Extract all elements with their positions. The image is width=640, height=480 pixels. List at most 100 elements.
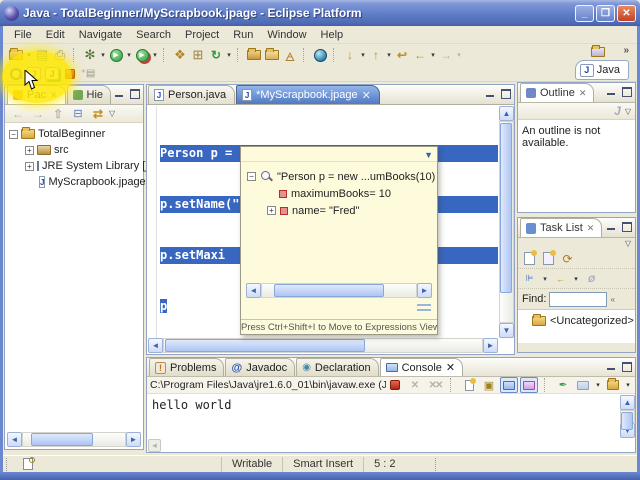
clear-console-icon[interactable] — [460, 377, 478, 393]
task-category-row[interactable]: <Uncategorized> — [518, 313, 635, 329]
explorer-up-icon[interactable]: ⇧ — [49, 106, 67, 122]
outline-view-menu-icon[interactable]: ▽ — [625, 107, 631, 116]
scroll-lock-icon[interactable]: ▣ — [480, 377, 498, 393]
tab-console[interactable]: Console ✕ — [379, 358, 464, 376]
toolbar-overflow-icon[interactable]: » — [623, 45, 629, 56]
scroll-right-icon[interactable]: ► — [483, 338, 498, 353]
menu-navigate[interactable]: Navigate — [72, 27, 129, 43]
tab-outline[interactable]: Outline ✕ — [520, 83, 595, 102]
run-dropdown-icon[interactable]: ▾ — [125, 51, 133, 59]
tab-person-java[interactable]: J Person.java — [148, 85, 236, 104]
tree-item-scrapbook[interactable]: J MyScrapbook.jpage — [9, 174, 146, 190]
view-mode-icon[interactable]: ⊫ — [522, 272, 537, 286]
remove-launch-icon[interactable]: ✕ — [406, 377, 424, 393]
display-console-icon[interactable] — [574, 377, 592, 393]
editor-hscrollbar[interactable]: ◄ ► — [148, 338, 498, 353]
new-task-icon[interactable] — [522, 250, 537, 266]
minimize-view-icon[interactable] — [114, 88, 125, 98]
console-hscrollbar[interactable]: ◄ — [148, 438, 161, 452]
tab-hierarchy[interactable]: Hie — [66, 85, 112, 104]
external-tools-dropdown-icon[interactable]: ▾ — [151, 51, 159, 59]
web-browser-button[interactable] — [311, 47, 329, 63]
editor-vscrollbar[interactable]: ▲ ▼ — [499, 106, 514, 338]
scroll-thumb[interactable] — [274, 284, 384, 297]
tree-item-jre[interactable]: + JRE System Library [j — [9, 158, 148, 174]
link-with-editor-icon[interactable]: ⇄ — [89, 106, 107, 122]
debug-dropdown-icon[interactable]: ▾ — [99, 51, 107, 59]
collapse-find-icon[interactable]: « — [610, 295, 614, 304]
forward-button[interactable]: → — [437, 47, 455, 63]
popup-child-item[interactable]: + name= "Fred" — [247, 202, 435, 219]
open-console-dropdown-icon[interactable]: ▾ — [624, 381, 632, 389]
maximize-view-icon[interactable] — [621, 86, 632, 97]
popup-resize-grip[interactable] — [417, 304, 431, 311]
collapse-icon[interactable]: − — [247, 172, 256, 181]
task-back-icon[interactable]: ← — [553, 272, 568, 286]
synchronize-icon[interactable]: ⟳ — [560, 252, 575, 266]
title-bar[interactable]: Java - TotalBeginner/MyScrapbook.jpage -… — [0, 0, 640, 26]
menu-help[interactable]: Help — [314, 27, 351, 43]
console-vscrollbar[interactable]: ▲ ▼ — [620, 395, 635, 438]
maximize-editor-icon[interactable] — [500, 88, 511, 99]
menu-window[interactable]: Window — [260, 27, 313, 43]
show-on-stderr-toggle[interactable] — [520, 377, 538, 393]
task-list-view-menu-icon[interactable]: ▽ — [625, 239, 631, 248]
popup-root-item[interactable]: − "Person p = new ...umBooks(10); p"= P — [247, 168, 435, 185]
next-annotation-button[interactable]: ↓ — [341, 47, 359, 63]
debug-button[interactable]: ✻ — [81, 47, 99, 63]
collapse-icon[interactable]: − — [9, 129, 18, 139]
explorer-view-menu-icon[interactable]: ▽ — [109, 109, 115, 118]
new-java-class-button[interactable]: ⊞ — [189, 47, 207, 63]
display-console-dropdown-icon[interactable]: ▾ — [594, 381, 602, 389]
minimize-button[interactable]: _ — [575, 4, 594, 22]
tab-problems[interactable]: ! Problems — [149, 358, 225, 376]
new-java-project-button[interactable]: ❖ — [171, 47, 189, 63]
set-imports-button[interactable]: ⁺▤ — [79, 66, 97, 82]
refresh-button[interactable]: ↻ — [207, 47, 225, 63]
pin-console-icon[interactable]: ✒ — [554, 377, 572, 393]
menu-edit[interactable]: Edit — [39, 27, 72, 43]
open-console-icon[interactable] — [604, 377, 622, 393]
previous-annotation-button[interactable]: ↑ — [367, 47, 385, 63]
terminate-icon[interactable] — [386, 377, 404, 393]
scroll-left-icon[interactable]: ◄ — [7, 432, 22, 447]
scroll-thumb[interactable] — [165, 339, 365, 352]
new-category-icon[interactable] — [541, 250, 556, 266]
scroll-right-icon[interactable]: ► — [126, 432, 141, 447]
restore-button[interactable]: ❐ — [596, 4, 615, 22]
scroll-up-icon[interactable]: ▲ — [499, 106, 514, 121]
forward-dropdown-icon[interactable]: ▾ — [455, 51, 463, 59]
close-icon[interactable]: ✕ — [446, 361, 455, 374]
last-edit-location-button[interactable]: ↩ — [393, 47, 411, 63]
refresh-dropdown-icon[interactable]: ▾ — [225, 51, 233, 59]
expand-icon[interactable]: + — [267, 206, 276, 215]
back-dropdown-icon[interactable]: ▾ — [429, 51, 437, 59]
scroll-thumb[interactable] — [621, 412, 633, 430]
tab-javadoc[interactable]: @ Javadoc — [225, 358, 296, 376]
close-icon[interactable]: ✕ — [587, 223, 595, 234]
maximize-view-icon[interactable] — [129, 88, 140, 99]
outline-sort-icon[interactable]: J — [614, 104, 621, 118]
close-icon[interactable]: ✕ — [579, 88, 587, 99]
expand-icon[interactable]: + — [25, 161, 34, 171]
tree-item-project[interactable]: − TotalBeginner — [9, 126, 143, 142]
explorer-hscrollbar[interactable]: ◄ ► — [7, 432, 141, 447]
minimize-editor-icon[interactable] — [485, 88, 496, 98]
explorer-forward-icon[interactable]: → — [29, 106, 47, 122]
next-annotation-dropdown-icon[interactable]: ▾ — [359, 51, 367, 59]
search-button[interactable] — [263, 47, 281, 63]
minimize-view-icon[interactable] — [606, 221, 617, 231]
scroll-thumb[interactable] — [500, 123, 512, 293]
menu-run[interactable]: Run — [226, 27, 260, 43]
tab-myscrapbook-jpage[interactable]: J *MyScrapbook.jpage ✕ — [236, 85, 380, 104]
popup-child-item[interactable]: maximumBooks= 10 — [247, 185, 435, 202]
scroll-up-icon[interactable]: ▲ — [620, 395, 635, 410]
scroll-thumb[interactable] — [31, 433, 93, 446]
minimize-view-icon[interactable] — [606, 86, 617, 96]
close-icon[interactable]: ✕ — [362, 89, 371, 102]
maximize-view-icon[interactable] — [621, 221, 632, 232]
previous-annotation-dropdown-icon[interactable]: ▾ — [385, 51, 393, 59]
scroll-right-icon[interactable]: ► — [417, 283, 432, 298]
run-button[interactable]: ▶ — [107, 47, 125, 63]
minimize-view-icon[interactable] — [606, 361, 617, 371]
